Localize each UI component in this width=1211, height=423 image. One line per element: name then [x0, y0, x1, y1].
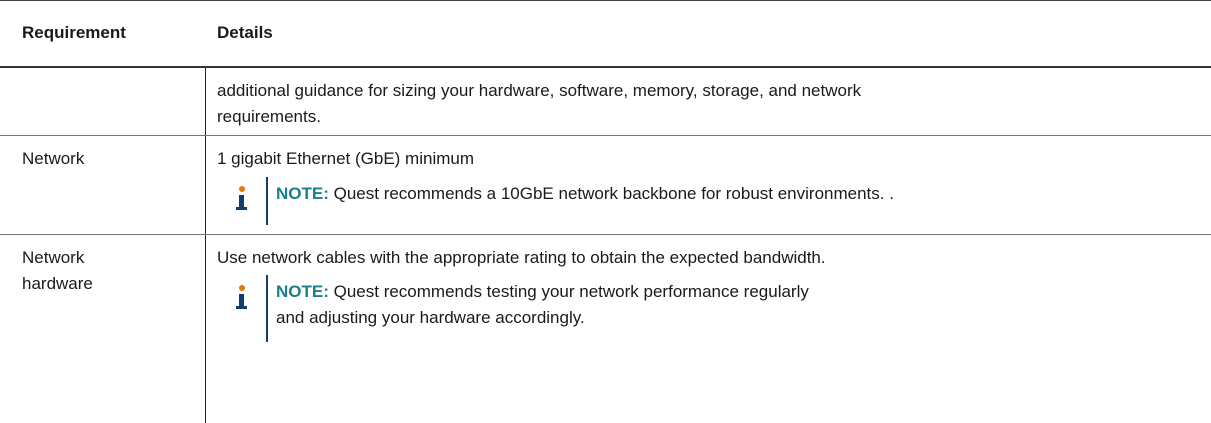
info-icon — [234, 285, 260, 311]
column-divider — [205, 136, 206, 234]
note-content: Quest recommends a 10GbE network backbon… — [328, 184, 894, 203]
requirement-cell: Network hardware — [22, 248, 93, 293]
table-header: Requirement Details — [0, 0, 1211, 68]
table-row: Network hardware Use network cables with… — [0, 235, 1211, 423]
column-divider — [205, 68, 206, 135]
note-divider — [266, 275, 268, 342]
note-label: NOTE: — [276, 184, 329, 203]
note-box: NOTE: Quest recommends testing your netw… — [234, 275, 1194, 342]
note-content: Quest recommends testing your network pe… — [276, 282, 809, 327]
note-text: NOTE: Quest recommends a 10GbE network b… — [276, 177, 894, 207]
note-text: NOTE: Quest recommends testing your netw… — [276, 275, 836, 331]
header-requirement: Requirement — [22, 23, 126, 42]
requirement-cell: Network — [22, 149, 85, 168]
table-row: Network 1 gigabit Ethernet (GbE) minimum… — [0, 136, 1211, 235]
table-row: additional guidance for sizing your hard… — [0, 68, 1211, 136]
note-divider — [266, 177, 268, 225]
details-cell: Use network cables with the appropriate … — [217, 248, 826, 267]
column-divider — [205, 235, 206, 423]
note-box: NOTE: Quest recommends a 10GbE network b… — [234, 177, 1194, 225]
header-details: Details — [217, 23, 273, 42]
details-cell: additional guidance for sizing your hard… — [217, 81, 862, 126]
info-icon — [234, 186, 260, 212]
details-cell: 1 gigabit Ethernet (GbE) minimum — [217, 149, 474, 168]
note-label: NOTE: — [276, 282, 329, 301]
